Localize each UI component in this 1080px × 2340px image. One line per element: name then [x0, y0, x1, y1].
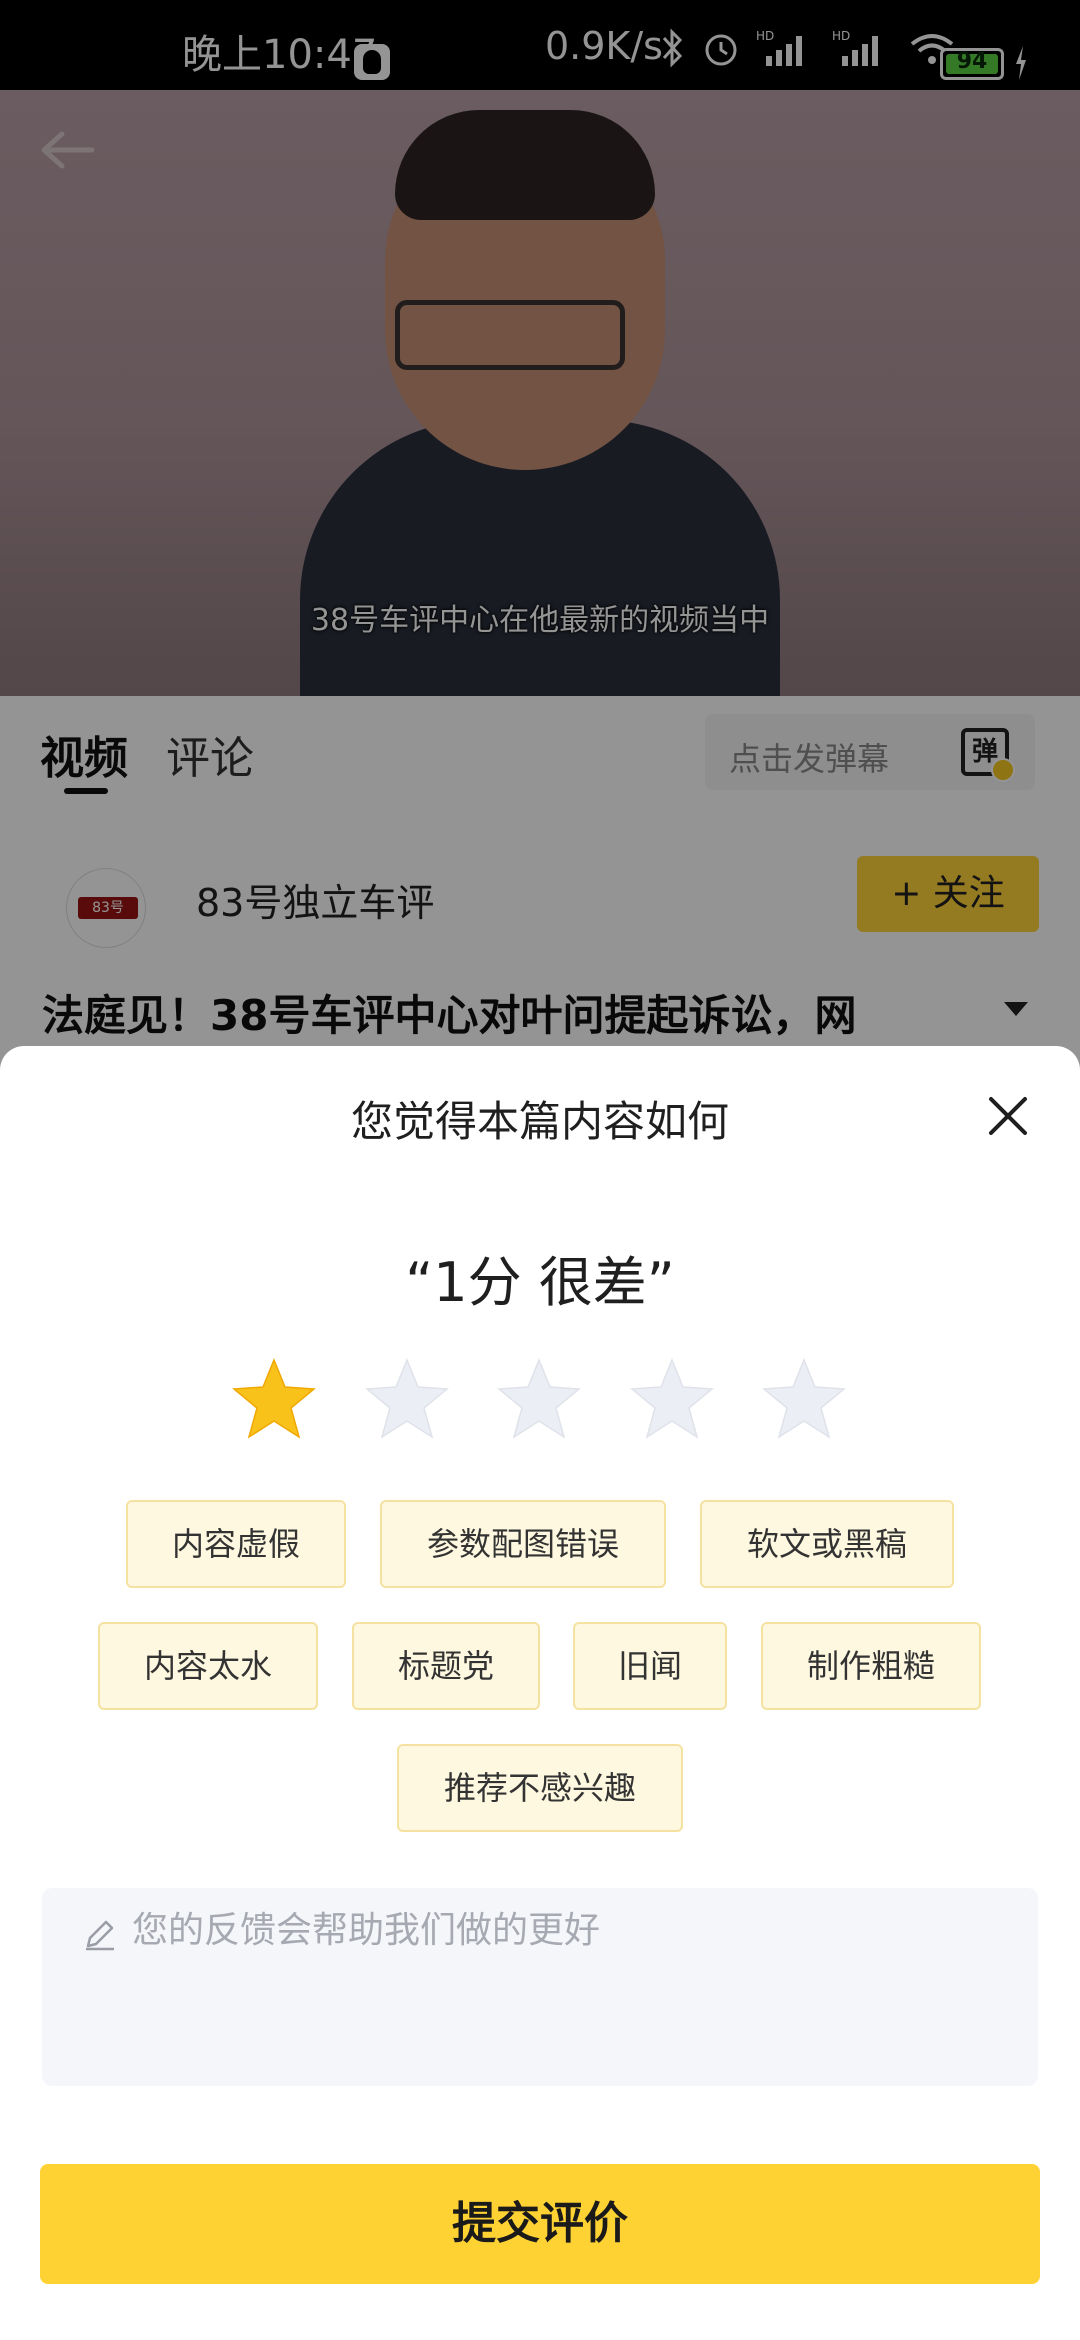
tag-param-image-error[interactable]: 参数配图错误: [380, 1500, 666, 1588]
star-icon-5[interactable]: [760, 1356, 848, 1442]
star-icon-1[interactable]: [230, 1356, 318, 1442]
score-text: “1分 很差”: [405, 1251, 675, 1314]
tag-advertorial[interactable]: 软文或黑稿: [700, 1500, 954, 1588]
sheet-title: 您觉得本篇内容如何: [350, 1097, 729, 1146]
star-icon-3[interactable]: [495, 1356, 583, 1442]
tag-rough-production[interactable]: 制作粗糙: [761, 1622, 981, 1710]
feedback-input[interactable]: [132, 1910, 1012, 1951]
tag-low-quality[interactable]: 内容太水: [98, 1622, 318, 1710]
close-icon[interactable]: [986, 1094, 1030, 1138]
star-icon-4[interactable]: [628, 1356, 716, 1442]
tag-old-news[interactable]: 旧闻: [573, 1622, 727, 1710]
tag-content-false[interactable]: 内容虚假: [126, 1500, 346, 1588]
star-icon-2[interactable]: [363, 1356, 451, 1442]
tag-clickbait[interactable]: 标题党: [352, 1622, 540, 1710]
pencil-icon: [86, 1920, 114, 1951]
star-rating: [230, 1356, 850, 1446]
tag-not-interested[interactable]: 推荐不感兴趣: [397, 1744, 683, 1832]
submit-rating-button[interactable]: 提交评价: [40, 2164, 1040, 2284]
